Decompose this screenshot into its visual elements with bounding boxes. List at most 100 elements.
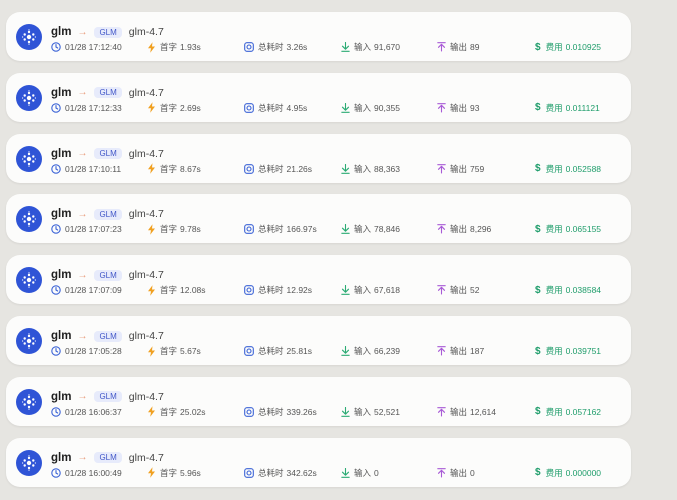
timer-icon [244,102,254,113]
card-title-row: glm → GLM glm-4.7 [51,267,164,283]
first-token-label: 首字 [160,346,178,356]
first-token-latency: 首字 12.08s [147,284,206,296]
cost-label: 费用 [545,285,563,296]
input-tokens-value: 78,846 [374,224,401,235]
total-duration-value: 12.92s [286,285,313,296]
output-tokens: 输出 12,614 [437,406,496,418]
output-tokens: 输出 52 [437,284,479,296]
card-title-row: glm → GLM glm-4.7 [51,206,164,222]
timer-icon [244,406,254,417]
input-tokens-label: 输入 [354,224,372,235]
model-name: glm-4.7 [128,451,164,464]
dollar-icon: $ [535,102,541,114]
timer-icon [244,163,254,174]
total-duration: 总耗时 25.81s [244,345,312,357]
lightning-icon [148,467,155,478]
total-duration-label: 总耗时 [258,346,284,356]
arrow-down-icon [341,467,350,478]
lightning-icon [148,224,155,235]
timer-icon [244,224,254,235]
model-name: glm-4.7 [128,330,164,342]
input-tokens-label: 输入 [354,42,372,52]
provider-name: glm [51,390,72,403]
output-tokens-value: 8,296 [470,224,492,235]
timer-icon [244,346,254,356]
total-duration-label: 总耗时 [258,224,284,235]
input-tokens-value: 88,363 [374,163,401,174]
first-token-value: 8.67s [180,163,201,174]
request-time-value: 01/28 17:12:33 [65,102,122,113]
output-tokens-value: 759 [470,163,485,174]
total-duration-label: 总耗时 [258,406,284,417]
dollar-icon: $ [535,406,541,418]
first-token-value: 5.67s [180,346,201,356]
input-tokens: 输入 66,239 [341,345,400,357]
output-tokens-label: 输出 [450,42,468,52]
arrow-up-icon [437,42,446,52]
input-tokens-label: 输入 [354,346,372,356]
lightning-icon [148,41,155,53]
first-token-latency: 首字 9.78s [147,223,201,235]
request-log-card[interactable]: glm → GLM glm-4.7 01/28 16:00:49 首字 5.96… [6,437,631,487]
total-duration-value: 339.26s [286,406,317,417]
arrow-right-icon: → [77,391,88,403]
clock-icon [51,346,61,356]
total-duration: 总耗时 21.26s [244,163,312,175]
request-log-card[interactable]: glm → GLM glm-4.7 01/28 17:12:40 首字 1.93… [6,12,631,61]
arrow-right-icon: → [77,208,88,220]
request-time: 01/28 17:12:40 [51,41,122,53]
first-token-value: 2.69s [180,102,201,113]
provider-tag: GLM [94,391,122,403]
first-token-label: 首字 [160,163,178,174]
cost: $ 费用 0.065155 [535,223,601,235]
output-tokens: 输出 187 [437,345,484,357]
lightning-icon [148,406,155,417]
request-time-value: 01/28 17:07:23 [65,224,122,235]
input-tokens: 输入 88,363 [341,163,400,175]
request-time: 01/28 17:05:28 [51,345,122,357]
dollar-icon: $ [535,284,541,296]
request-log-card[interactable]: glm → GLM glm-4.7 01/28 17:07:23 首字 9.78… [6,194,631,244]
lightning-icon [148,163,155,174]
clock-icon [51,224,61,235]
clock-icon [51,163,61,174]
first-token-label: 首字 [160,42,178,52]
output-tokens-value: 89 [470,42,480,52]
provider-name: glm [51,330,72,342]
request-time-value: 01/28 17:12:40 [65,42,122,52]
cost: $ 费用 0.000000 [535,467,601,479]
request-log-card[interactable]: glm → GLM glm-4.7 01/28 17:12:33 首字 2.69… [6,72,631,122]
input-tokens-label: 输入 [354,467,372,478]
request-time: 01/28 17:12:33 [51,102,122,114]
arrow-down-icon [341,346,350,356]
request-time-value: 01/28 17:07:09 [65,285,122,296]
arrow-up-icon [437,285,446,295]
output-tokens: 输出 8,296 [437,223,491,235]
timer-icon [244,42,254,52]
clock-icon [51,103,61,113]
cost: $ 费用 0.010925 [535,41,601,53]
provider-tag: GLM [94,452,122,464]
input-tokens-value: 91,670 [374,42,401,52]
output-tokens-value: 187 [470,346,485,356]
cost-value: 0.052588 [565,163,602,174]
cost-label: 费用 [545,467,563,478]
output-tokens-label: 输出 [450,346,468,356]
input-tokens-label: 输入 [354,406,372,417]
output-tokens: 输出 759 [437,163,484,175]
request-time: 01/28 17:07:23 [51,223,122,235]
request-log-card[interactable]: glm → GLM glm-4.7 01/28 17:07:09 首字 12.0… [6,255,631,305]
glm-logo-icon [16,84,42,111]
total-duration-label: 总耗时 [258,285,284,296]
arrow-right-icon: → [77,269,88,281]
arrow-up-icon [437,467,446,478]
request-log-card[interactable]: glm → GLM glm-4.7 01/28 17:10:11 首字 8.67… [6,133,631,183]
cost: $ 费用 0.039751 [535,345,601,357]
total-duration-label: 总耗时 [258,163,284,174]
total-duration: 总耗时 166.97s [244,223,317,235]
provider-name: glm [51,269,72,282]
request-log-card[interactable]: glm → GLM glm-4.7 01/28 17:05:28 首字 5.67… [6,316,631,365]
provider-tag: GLM [94,330,122,342]
cost-value: 0.065155 [565,224,602,235]
request-log-card[interactable]: glm → GLM glm-4.7 01/28 16:06:37 首字 25.0… [6,376,631,426]
